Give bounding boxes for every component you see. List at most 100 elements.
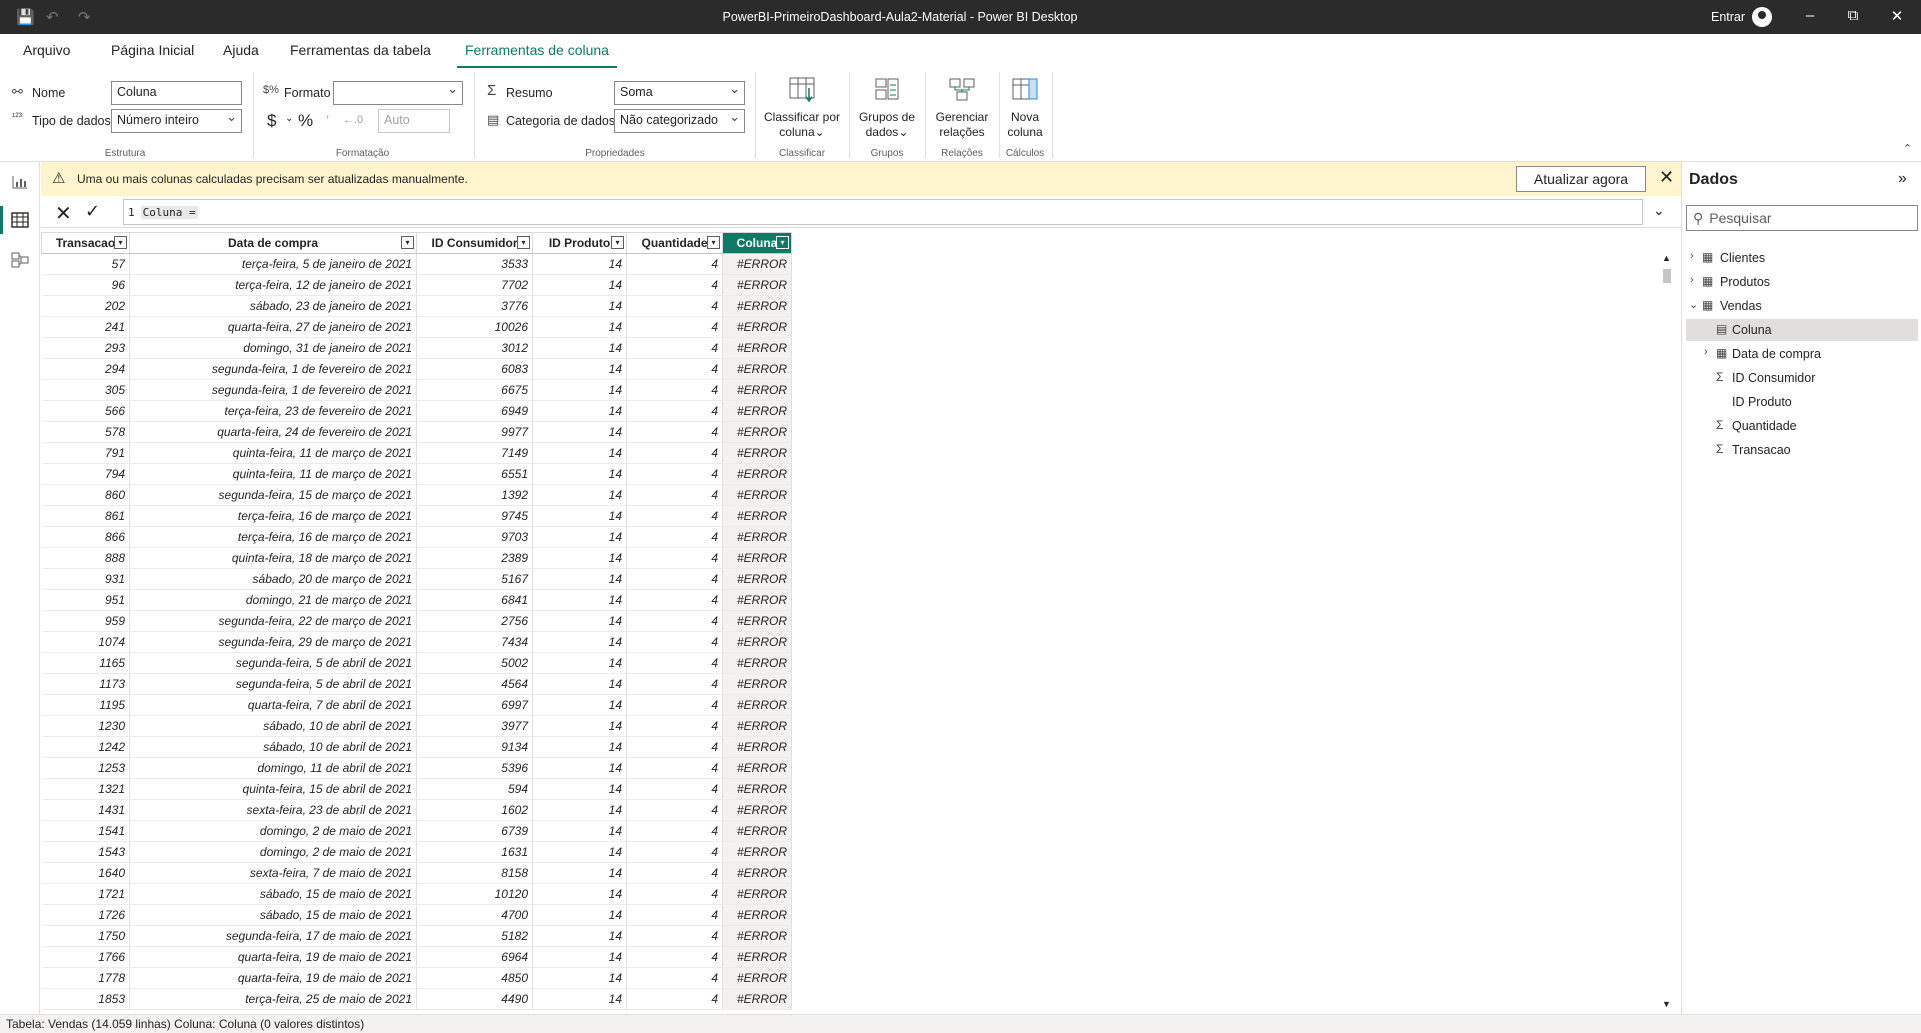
table-cell[interactable]: 1726 [41,904,130,926]
table-row[interactable]: 1253 domingo, 11 de abril de 2021 5396 14 4 #… [41,757,792,779]
table-cell[interactable]: #ERROR [722,925,792,947]
table-cell[interactable]: terça-feira, 16 de março de 2021 [129,526,417,548]
table-cell[interactable]: 959 [41,610,130,632]
table-cell[interactable]: segunda-feira, 29 de março de 2021 [129,631,417,653]
table-row[interactable]: 305 segunda-feira, 1 de fevereiro de 2021… [41,379,792,401]
table-cell[interactable]: quinta-feira, 15 de abril de 2021 [129,778,417,800]
table-row[interactable]: 1165 segunda-feira, 5 de abril de 2021 500… [41,652,792,674]
tree-table-clientes[interactable]: › ▦ Clientes [1686,247,1918,269]
table-cell[interactable]: #ERROR [722,862,792,884]
table-view-icon[interactable] [11,212,29,228]
manage-relationships-button[interactable]: Gerenciar relações [929,76,995,140]
table-cell[interactable]: 4 [626,610,723,632]
filter-dropdown-icon[interactable]: ▾ [517,236,530,249]
filter-dropdown-icon[interactable]: ▾ [611,236,624,249]
table-cell[interactable]: 1230 [41,715,130,737]
table-cell[interactable]: segunda-feira, 15 de março de 2021 [129,484,417,506]
commit-formula-icon[interactable]: ✓ [85,201,100,222]
table-cell[interactable]: terça-feira, 12 de janeiro de 2021 [129,274,417,296]
table-cell[interactable]: 6739 [416,820,533,842]
table-cell[interactable]: 6964 [416,946,533,968]
table-cell[interactable]: #ERROR [722,799,792,821]
table-cell[interactable]: 1392 [416,484,533,506]
table-cell[interactable]: 14 [532,442,627,464]
table-cell[interactable]: 4 [626,715,723,737]
table-cell[interactable]: 931 [41,568,130,590]
table-cell[interactable]: 566 [41,400,130,422]
scroll-up-icon[interactable]: ▲ [1662,253,1671,263]
table-cell[interactable]: 7149 [416,442,533,464]
table-cell[interactable]: #ERROR [722,421,792,443]
close-window-icon[interactable]: ✕ [1887,7,1907,25]
table-cell[interactable]: 7434 [416,631,533,653]
signin-link[interactable]: Entrar [1711,10,1745,24]
table-cell[interactable]: 5167 [416,568,533,590]
table-cell[interactable]: quinta-feira, 11 de março de 2021 [129,442,417,464]
table-row[interactable]: 959 segunda-feira, 22 de março de 2021 275… [41,610,792,632]
table-cell[interactable]: 4 [626,925,723,947]
scroll-thumb[interactable] [1663,269,1671,283]
tab-pagina-inicial[interactable]: Página Inicial [111,42,194,58]
table-row[interactable]: 1750 segunda-feira, 17 de maio de 2021 518… [41,925,792,947]
table-cell[interactable]: 8158 [416,862,533,884]
table-cell[interactable]: #ERROR [722,505,792,527]
table-cell[interactable]: #ERROR [722,820,792,842]
table-cell[interactable]: 14 [532,904,627,926]
table-cell[interactable]: 14 [532,484,627,506]
table-row[interactable]: 293 domingo, 31 de janeiro de 2021 3012 14 4… [41,337,792,359]
table-cell[interactable]: 5182 [416,925,533,947]
tree-field-id-consumidor[interactable]: Σ ID Consumidor [1686,367,1918,389]
table-cell[interactable]: 5002 [416,652,533,674]
table-cell[interactable]: 14 [532,463,627,485]
table-cell[interactable]: 791 [41,442,130,464]
table-cell[interactable]: 1602 [416,799,533,821]
table-cell[interactable]: 3977 [416,715,533,737]
table-cell[interactable]: 4 [626,820,723,842]
table-cell[interactable]: 4 [626,463,723,485]
sort-by-column-button[interactable]: Classificar por coluna⌄ [760,76,844,140]
column-header[interactable]: ID Produto ▾ [532,232,627,254]
datatype-select[interactable]: Número inteiro [111,109,242,133]
table-cell[interactable]: 866 [41,526,130,548]
table-cell[interactable]: 4 [626,862,723,884]
table-row[interactable]: 57 terça-feira, 5 de janeiro de 2021 3533 1… [41,253,792,275]
table-cell[interactable]: 4 [626,631,723,653]
table-cell[interactable]: 860 [41,484,130,506]
tab-ferramentas-tabela[interactable]: Ferramentas da tabela [290,42,431,58]
table-cell[interactable]: sábado, 10 de abril de 2021 [129,736,417,758]
table-cell[interactable]: 9703 [416,526,533,548]
table-cell[interactable]: 14 [532,988,627,1010]
table-cell[interactable]: #ERROR [722,400,792,422]
table-row[interactable]: 566 terça-feira, 23 de fevereiro de 2021 6… [41,400,792,422]
table-row[interactable]: 1195 quarta-feira, 7 de abril de 2021 6997… [41,694,792,716]
table-cell[interactable]: 14 [532,379,627,401]
table-cell[interactable]: 4 [626,736,723,758]
chevron-down-icon[interactable]: ⌄ [1689,298,1698,311]
table-cell[interactable]: 202 [41,295,130,317]
table-cell[interactable]: 6841 [416,589,533,611]
table-cell[interactable]: segunda-feira, 17 de maio de 2021 [129,925,417,947]
table-cell[interactable]: sábado, 10 de abril de 2021 [129,715,417,737]
collapse-ribbon-icon[interactable]: ⌃ [1903,142,1912,155]
table-row[interactable]: 1230 sábado, 10 de abril de 2021 3977 14 4 #E… [41,715,792,737]
table-cell[interactable]: 594 [416,778,533,800]
table-cell[interactable]: segunda-feira, 5 de abril de 2021 [129,652,417,674]
table-cell[interactable]: 4 [626,274,723,296]
table-cell[interactable]: #ERROR [722,379,792,401]
table-cell[interactable]: domingo, 2 de maio de 2021 [129,820,417,842]
table-cell[interactable]: 14 [532,358,627,380]
table-cell[interactable]: #ERROR [722,967,792,989]
tab-arquivo[interactable]: Arquivo [23,42,70,58]
table-cell[interactable]: quarta-feira, 24 de fevereiro de 2021 [129,421,417,443]
table-cell[interactable]: quinta-feira, 18 de março de 2021 [129,547,417,569]
table-cell[interactable]: 5396 [416,757,533,779]
table-cell[interactable]: 14 [532,715,627,737]
table-cell[interactable]: 6997 [416,694,533,716]
table-cell[interactable]: 4 [626,526,723,548]
table-row[interactable]: 931 sábado, 20 de março de 2021 5167 14 4 #ER… [41,568,792,590]
table-cell[interactable]: 4 [626,568,723,590]
table-cell[interactable]: 14 [532,841,627,863]
table-cell[interactable]: #ERROR [722,526,792,548]
table-cell[interactable]: 4 [626,421,723,443]
table-cell[interactable]: 4 [626,946,723,968]
